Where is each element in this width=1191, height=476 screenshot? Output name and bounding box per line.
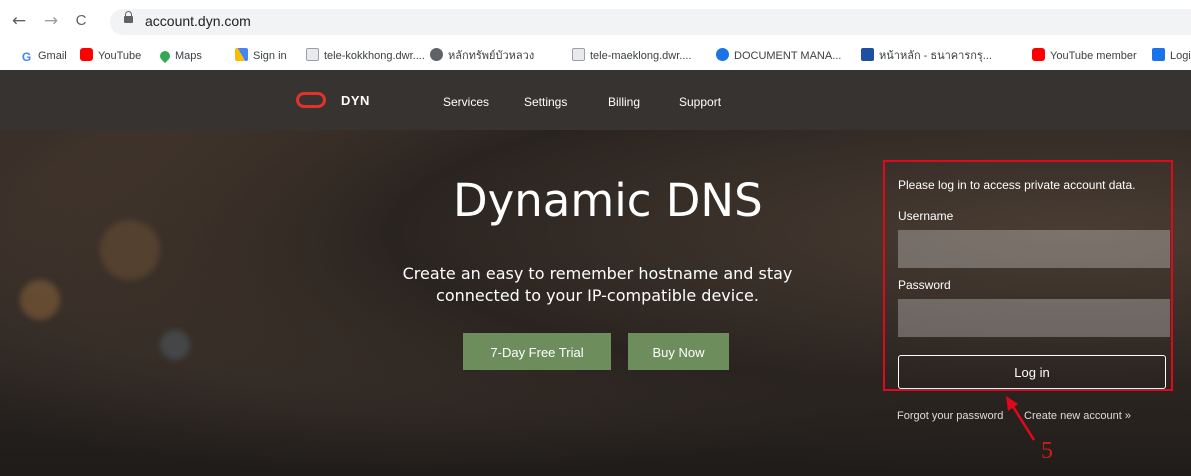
youtube-icon xyxy=(80,48,93,61)
url-text: account.dyn.com xyxy=(145,13,251,29)
background-light xyxy=(20,280,60,320)
lock-icon xyxy=(124,11,133,23)
back-icon[interactable]: ← xyxy=(9,11,29,31)
forward-icon[interactable]: → xyxy=(41,11,61,31)
dyn-page: DYN Services Settings Billing Support Dy… xyxy=(0,70,1191,476)
address-bar[interactable]: account.dyn.com xyxy=(110,9,1191,35)
bookmark-bank[interactable]: หน้าหลัก - ธนาคารกรุ... xyxy=(861,48,992,64)
bookmark-youtube-member[interactable]: YouTube member xyxy=(1032,48,1137,64)
login-button[interactable]: Log in xyxy=(898,355,1166,389)
username-label: Username xyxy=(898,209,954,223)
bookmark-youtube[interactable]: YouTube xyxy=(80,48,141,64)
background-light xyxy=(160,330,190,360)
username-input[interactable] xyxy=(898,230,1170,268)
bookmarks-bar: G Gmail YouTube Maps Sign in tele-kokkhon… xyxy=(0,46,1191,66)
site-navbar: DYN Services Settings Billing Support xyxy=(0,70,1191,130)
password-label: Password xyxy=(898,278,951,292)
forgot-password-link[interactable]: Forgot your password xyxy=(897,410,1003,422)
site-logo[interactable]: DYN xyxy=(341,93,370,108)
background-light xyxy=(100,220,160,280)
bookmark-login[interactable]: Login xyxy=(1152,48,1191,64)
browser-toolbar: ← → C account.dyn.com xyxy=(0,0,1191,46)
bookmark-document-management[interactable]: DOCUMENT MANA... xyxy=(716,48,841,64)
bookmark-maps[interactable]: Maps xyxy=(157,48,202,64)
hero-subtitle: Create an easy to remember hostname and … xyxy=(402,264,793,305)
bank-icon xyxy=(861,48,874,61)
nav-settings[interactable]: Settings xyxy=(524,95,567,109)
annotation-number: 5 xyxy=(1041,438,1053,464)
document-icon xyxy=(306,48,319,61)
bookmark-bualuang[interactable]: หลักทรัพย์บัวหลวง xyxy=(430,48,534,64)
globe-icon xyxy=(430,48,443,61)
document-icon xyxy=(572,48,585,61)
youtube-icon xyxy=(1032,48,1045,61)
nav-services[interactable]: Services xyxy=(443,95,489,109)
globe-icon xyxy=(716,48,729,61)
login-message: Please log in to access private account … xyxy=(898,178,1136,192)
password-input[interactable] xyxy=(898,299,1170,337)
buy-now-button[interactable]: Buy Now xyxy=(628,333,729,370)
login-icon xyxy=(1152,48,1165,61)
free-trial-button[interactable]: 7-Day Free Trial xyxy=(463,333,611,370)
google-ads-icon xyxy=(235,48,248,61)
reload-icon[interactable]: C xyxy=(71,11,91,31)
bookmark-sign-in[interactable]: Sign in xyxy=(235,48,287,64)
bookmark-gmail[interactable]: G Gmail xyxy=(20,48,67,64)
google-icon: G xyxy=(20,50,33,64)
nav-billing[interactable]: Billing xyxy=(608,95,640,109)
login-form: Please log in to access private account … xyxy=(883,160,1173,391)
bookmark-tele-maeklong[interactable]: tele-maeklong.dwr.... xyxy=(572,48,692,64)
nav-support[interactable]: Support xyxy=(679,95,721,109)
bookmark-tele-kokkhong[interactable]: tele-kokkhong.dwr.... xyxy=(306,48,425,64)
dyn-logo-icon[interactable] xyxy=(296,92,326,108)
maps-icon xyxy=(157,48,173,64)
